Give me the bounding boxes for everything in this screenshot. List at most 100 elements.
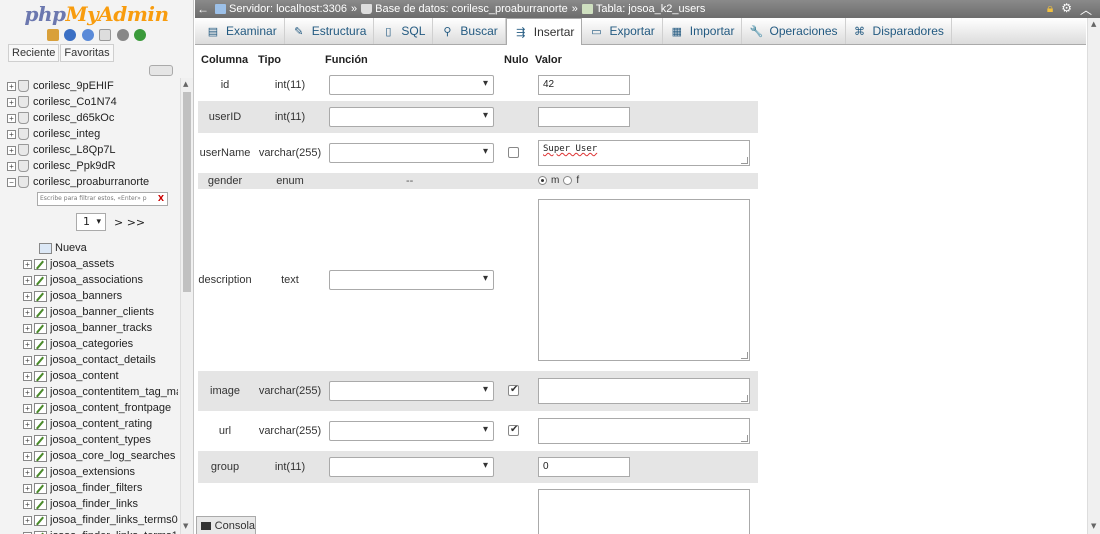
expand-icon[interactable]: + (23, 259, 32, 269)
null-checkbox[interactable] (508, 147, 519, 158)
docs-icon[interactable] (99, 29, 112, 41)
expand-icon[interactable]: + (23, 323, 32, 333)
table-item[interactable]: + josoa_associations (0, 272, 180, 288)
tab-importar[interactable]: ▦ Importar (663, 18, 743, 44)
tab-exportar[interactable]: ▭ Exportar (582, 18, 663, 44)
tab-examinar[interactable]: ▤ Examinar (199, 18, 285, 44)
next-textarea[interactable] (538, 489, 750, 534)
expand-icon[interactable]: + (7, 97, 16, 107)
expand-icon[interactable]: + (23, 275, 32, 285)
userName-textarea[interactable]: Super User (538, 140, 750, 166)
settings-icon[interactable] (116, 29, 129, 41)
description-textarea[interactable] (538, 199, 750, 361)
expand-icon[interactable]: + (23, 467, 32, 477)
radio-m[interactable] (538, 176, 547, 185)
table-item[interactable]: + josoa_content_types (0, 432, 180, 448)
expand-icon[interactable]: + (23, 483, 32, 493)
expand-icon[interactable]: + (23, 387, 32, 397)
db-item[interactable]: + corilesc_Co1N74 (0, 94, 180, 110)
recent-tab[interactable]: Reciente (8, 44, 60, 62)
lock-icon[interactable]: 🔒︎ (1047, 1, 1053, 18)
image-textarea[interactable] (538, 378, 750, 404)
page-select[interactable]: 1 (76, 213, 106, 231)
db-item[interactable]: + corilesc_9pEHIF (0, 78, 180, 94)
console-toggle[interactable]: Consola (196, 516, 256, 534)
breadcrumb-database[interactable]: Base de datos: corilesc_proaburranorte (361, 3, 568, 15)
scroll-up-icon[interactable]: ▲ (1091, 20, 1096, 28)
table-item[interactable]: + josoa_banner_tracks (0, 320, 180, 336)
collapse-all-icon[interactable] (149, 65, 173, 76)
tab-disparadores[interactable]: ⌘ Disparadores (846, 18, 952, 44)
tab-estructura[interactable]: ✎ Estructura (285, 18, 375, 44)
table-filter-input[interactable]: Escribe para filtrar estos, «Enter» p X (37, 192, 168, 206)
function-select[interactable] (329, 270, 494, 290)
function-select[interactable] (329, 75, 494, 95)
table-item[interactable]: + josoa_contact_details (0, 352, 180, 368)
null-checkbox[interactable] (508, 424, 519, 436)
breadcrumb-table[interactable]: Tabla: josoa_k2_users (581, 3, 705, 15)
null-checkbox[interactable] (508, 384, 519, 396)
function-select[interactable] (329, 107, 494, 127)
function-select[interactable] (329, 381, 494, 401)
table-item[interactable]: + josoa_content_frontpage (0, 400, 180, 416)
expand-icon[interactable]: + (23, 499, 32, 509)
userID-input[interactable] (538, 107, 630, 127)
expand-icon[interactable]: + (7, 129, 16, 139)
table-item[interactable]: +josoa_finder_links_terms1 (0, 528, 180, 534)
next-page-link[interactable]: > >> (114, 216, 145, 229)
group-input[interactable]: 0 (538, 457, 630, 477)
function-select[interactable] (329, 457, 494, 477)
gear-icon[interactable]: ⚙ (1061, 1, 1072, 18)
id-input[interactable]: 42 (538, 75, 630, 95)
table-item[interactable]: + josoa_assets (0, 256, 180, 272)
collapse-up-icon[interactable]: ︿ (1080, 1, 1092, 18)
help-icon[interactable] (81, 29, 94, 41)
table-item[interactable]: + josoa_categories (0, 336, 180, 352)
table-item[interactable]: + josoa_finder_filters (0, 480, 180, 496)
expand-icon[interactable]: + (23, 451, 32, 461)
expand-icon[interactable]: + (23, 435, 32, 445)
tab-operaciones[interactable]: 🔧 Operaciones (742, 18, 846, 44)
radio-f[interactable] (563, 176, 573, 185)
tab-sql[interactable]: ▯ SQL (374, 18, 434, 44)
function-select[interactable] (329, 421, 494, 441)
breadcrumb-server[interactable]: Servidor: localhost:3306 (215, 3, 347, 15)
db-item[interactable]: + corilesc_d65kOc (0, 110, 180, 126)
clear-filter-button[interactable]: X (158, 193, 164, 205)
table-item[interactable]: + josoa_finder_links_terms0 (0, 512, 180, 528)
db-item[interactable]: + corilesc_integ (0, 126, 180, 142)
table-item[interactable]: + josoa_banners (0, 288, 180, 304)
expand-icon[interactable]: + (23, 307, 32, 317)
function-select[interactable] (329, 143, 494, 163)
scroll-down-icon[interactable]: ▼ (183, 522, 188, 530)
db-item[interactable]: + corilesc_Ppk9dR (0, 158, 180, 174)
table-item[interactable]: + josoa_extensions (0, 464, 180, 480)
expand-icon[interactable]: + (7, 161, 16, 171)
home-icon[interactable] (46, 29, 59, 41)
table-item[interactable]: + josoa_contentitem_tag_ma (0, 384, 180, 400)
collapse-icon[interactable]: − (7, 177, 16, 187)
main-scrollbar[interactable]: ▲ ▼ (1087, 18, 1100, 534)
expand-icon[interactable]: + (23, 403, 32, 413)
table-item[interactable]: + josoa_finder_links (0, 496, 180, 512)
favorites-tab[interactable]: Favoritas (60, 44, 114, 62)
nav-scroll-thumb[interactable] (183, 92, 191, 292)
table-item[interactable]: + josoa_content_rating (0, 416, 180, 432)
tab-buscar[interactable]: ⚲ Buscar (433, 18, 506, 44)
nav-scrollbar[interactable]: ▲ ▼ (180, 78, 193, 534)
url-textarea[interactable] (538, 418, 750, 444)
expand-icon[interactable]: + (23, 419, 32, 429)
scroll-up-icon[interactable]: ▲ (183, 80, 188, 88)
table-item[interactable]: + josoa_core_log_searches (0, 448, 180, 464)
expand-icon[interactable]: + (23, 355, 32, 365)
table-item[interactable]: + josoa_banner_clients (0, 304, 180, 320)
tab-insertar[interactable]: ⇶ Insertar (505, 18, 583, 45)
expand-icon[interactable]: + (23, 371, 32, 381)
expand-icon[interactable]: + (7, 81, 16, 91)
db-item[interactable]: + corilesc_L8Qp7L (0, 142, 180, 158)
expand-icon[interactable]: + (7, 145, 16, 155)
logout-icon[interactable] (64, 29, 77, 41)
expand-icon[interactable]: + (23, 515, 32, 525)
expand-icon[interactable]: + (23, 339, 32, 349)
scroll-down-icon[interactable]: ▼ (1091, 522, 1096, 530)
